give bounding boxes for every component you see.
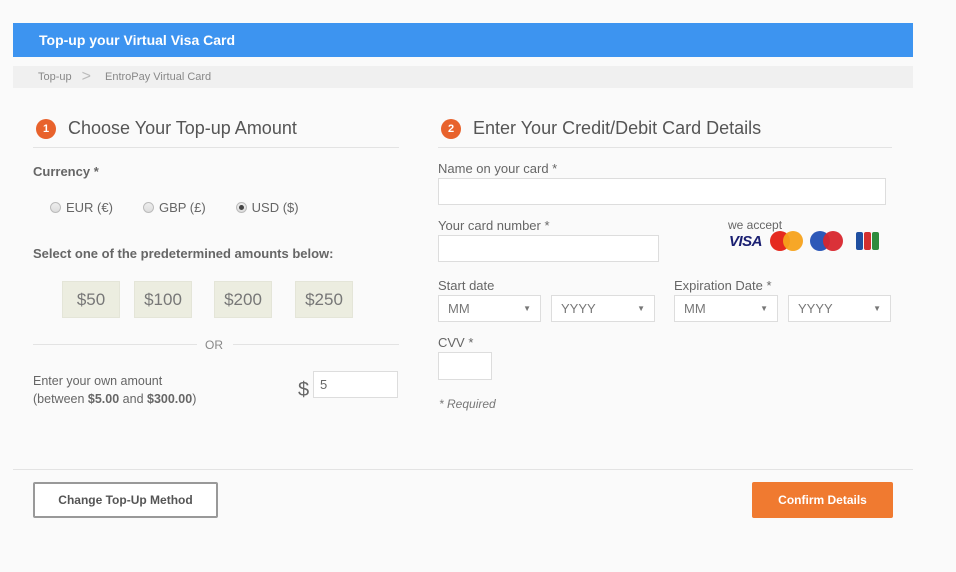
start-year-select[interactable]: YYYY ▼: [551, 295, 655, 322]
own-amount-text: Enter your own amount: [33, 374, 163, 388]
dropdown-arrow-icon: ▼: [523, 304, 531, 313]
amount-button-50[interactable]: $50: [62, 281, 120, 318]
breadcrumb: Top-up > EntroPay Virtual Card: [13, 66, 913, 88]
card-number-input[interactable]: [438, 235, 659, 262]
divider: [33, 147, 399, 148]
we-accept-label: we accept: [728, 218, 783, 232]
accepted-cards: VISA: [729, 231, 880, 251]
jcb-logo-icon: [856, 232, 880, 250]
radio-gbp[interactable]: GBP (£): [142, 200, 206, 215]
dollar-sign: $: [298, 379, 310, 401]
divider: [33, 344, 197, 345]
change-top-up-method-button[interactable]: Change Top-Up Method: [33, 482, 218, 518]
expiration-date-label: Expiration Date *: [674, 278, 772, 293]
mastercard-logo-icon: [770, 231, 804, 251]
divider: [438, 147, 892, 148]
section-card-heading: Enter Your Credit/Debit Card Details: [473, 118, 762, 138]
step-2-badge: 2: [441, 118, 461, 139]
page-title: Top-up your Virtual Visa Card: [39, 32, 236, 48]
exp-year-select[interactable]: YYYY ▼: [788, 295, 891, 322]
own-amount-label: Enter your own amount (between $5.00 and…: [33, 372, 196, 408]
radio-eur[interactable]: EUR (€): [50, 200, 113, 215]
radio-gbp-label: GBP (£): [158, 200, 206, 215]
radio-eur-label: EUR (€): [66, 200, 113, 215]
amount-button-100[interactable]: $100: [134, 281, 192, 318]
card-number-label: Your card number *: [438, 218, 550, 233]
required-note: * Required: [439, 397, 496, 411]
dropdown-arrow-icon: ▼: [873, 304, 881, 313]
amount-button-200[interactable]: $200: [214, 281, 272, 318]
footer-divider: [13, 469, 913, 470]
section-card-title: 2 Enter Your Credit/Debit Card Details: [441, 118, 761, 139]
maestro-logo-icon: [810, 231, 844, 251]
name-on-card-label: Name on your card *: [438, 161, 558, 176]
exp-month-select[interactable]: MM ▼: [674, 295, 778, 322]
radio-button-checked[interactable]: [235, 202, 247, 213]
currency-label: Currency *: [33, 164, 99, 179]
breadcrumb-item-topup[interactable]: Top-up: [38, 66, 72, 88]
predetermined-amounts-label: Select one of the predetermined amounts …: [33, 246, 334, 261]
radio-usd[interactable]: USD ($): [235, 200, 299, 215]
amount-button-250[interactable]: $250: [295, 281, 353, 318]
confirm-details-button[interactable]: Confirm Details: [752, 482, 893, 518]
radio-button[interactable]: [50, 202, 61, 213]
chevron-right-icon: >: [81, 68, 91, 85]
exp-month-value: MM: [684, 301, 706, 316]
page-header: Top-up your Virtual Visa Card: [13, 23, 913, 57]
currency-radio-group: EUR (€) GBP (£) USD ($): [50, 200, 329, 215]
start-year-value: YYYY: [561, 301, 596, 316]
or-separator: OR: [205, 338, 223, 352]
exp-year-value: YYYY: [798, 301, 833, 316]
visa-logo-icon: VISA: [729, 232, 763, 250]
section-amount-heading: Choose Your Top-up Amount: [68, 118, 297, 138]
radio-usd-label: USD ($): [251, 200, 299, 215]
start-month-select[interactable]: MM ▼: [438, 295, 541, 322]
dropdown-arrow-icon: ▼: [637, 304, 645, 313]
section-amount-title: 1 Choose Your Top-up Amount: [36, 118, 297, 139]
radio-button[interactable]: [142, 202, 154, 213]
divider: [233, 344, 399, 345]
name-on-card-input[interactable]: [438, 178, 886, 205]
cvv-input[interactable]: [438, 352, 492, 380]
own-amount-range: (between $5.00 and $300.00): [33, 392, 197, 406]
start-month-value: MM: [448, 301, 470, 316]
breadcrumb-item-entropay: EntroPay Virtual Card: [104, 71, 212, 83]
step-1-badge: 1: [36, 118, 56, 139]
cvv-label: CVV *: [438, 335, 474, 350]
own-amount-input[interactable]: [313, 371, 398, 398]
dropdown-arrow-icon: ▼: [760, 304, 768, 313]
start-date-label: Start date: [438, 278, 495, 293]
